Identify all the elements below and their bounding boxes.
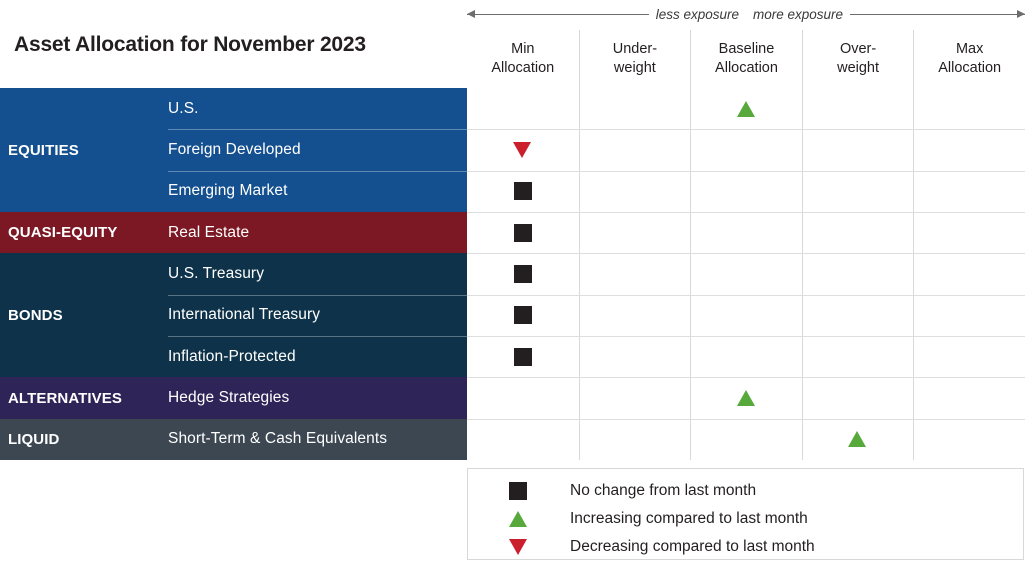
grid-rowline (467, 253, 1025, 254)
marker-no-change-icon (513, 223, 532, 242)
asset-group-quasi-equity: QUASI-EQUITY Real Estate (0, 212, 467, 254)
asset-row-label: U.S. (168, 99, 199, 117)
column-header-line2: weight (613, 60, 656, 76)
legend-item: No change from last month (468, 477, 1025, 505)
marker-no-change-icon (513, 265, 532, 284)
column-header-4: Max Allocation (913, 30, 1025, 88)
asset-group-bonds: BONDS U.S. Treasury International Treasury… (0, 253, 467, 378)
marker-no-change-icon (513, 182, 532, 201)
more-exposure-label: more exposure (753, 6, 844, 22)
column-header-2: Baseline Allocation (690, 30, 802, 88)
asset-row[interactable]: Foreign Developed (160, 129, 467, 170)
grid-rowline (467, 377, 1025, 378)
asset-allocation-chart: less exposure more exposure Asset Alloca… (0, 0, 1025, 565)
group-label: BONDS (8, 306, 63, 324)
grid-rowline (467, 336, 1025, 337)
marker-increasing-icon (848, 431, 867, 448)
column-header-1: Under-weight (578, 30, 691, 88)
marker-decreasing-icon (513, 142, 532, 159)
group-label: ALTERNATIVES (8, 389, 122, 407)
marker-decreasing-icon (509, 539, 527, 555)
grid-column-1 (578, 88, 691, 460)
legend: No change from last month Increasing comp… (467, 468, 1024, 560)
group-label: EQUITIES (8, 141, 79, 159)
asset-class-labels: EQUITIES U.S. Foreign Developed Emerging Ma… (0, 88, 467, 461)
grid-rowline (467, 295, 1025, 296)
column-header-line1: Over- (839, 41, 877, 58)
marker-increasing-icon (736, 390, 755, 407)
grid-column-3 (801, 88, 914, 460)
marker-no-change-icon (513, 347, 532, 366)
legend-label: No change from last month (570, 482, 757, 499)
asset-group-liquid: LIQUID Short-Term & Cash Equivalents (0, 418, 467, 461)
asset-row[interactable]: Emerging Market (160, 171, 467, 212)
asset-group-alternatives: ALTERNATIVES Hedge Strategies (0, 377, 467, 419)
legend-label: Increasing compared to last month (570, 510, 808, 527)
row-divider (168, 294, 467, 296)
grid-rowline (467, 129, 1025, 130)
asset-row-label: Inflation-Protected (168, 347, 296, 365)
asset-row[interactable]: U.S. Treasury (160, 253, 467, 294)
column-header-0: Min Allocation (467, 30, 579, 88)
less-exposure-indicator: less exposure (467, 0, 746, 28)
asset-row[interactable]: International Treasury (160, 295, 467, 336)
marker-no-change-icon (509, 482, 527, 500)
asset-row-label: Foreign Developed (168, 141, 301, 159)
marker-increasing-icon (509, 511, 527, 527)
asset-row-label: Real Estate (168, 223, 250, 241)
column-header-3: Over-weight (801, 30, 914, 88)
asset-row-label: Hedge Strategies (168, 389, 290, 407)
asset-row[interactable]: Real Estate (160, 212, 467, 253)
asset-row[interactable]: Inflation-Protected (160, 336, 467, 377)
marker-no-change-icon (513, 306, 532, 325)
column-header-line1: Min (511, 41, 535, 58)
grid-rowline (467, 212, 1025, 213)
asset-row[interactable]: U.S. (160, 88, 467, 129)
marker-increasing-icon (736, 100, 755, 117)
column-header-line2: Allocation (715, 60, 778, 76)
asset-row-label: Emerging Market (168, 182, 288, 200)
asset-row-label: International Treasury (168, 306, 321, 324)
exposure-scale-bar: less exposure more exposure (467, 0, 1025, 28)
group-label: QUASI-EQUITY (8, 224, 118, 242)
grid-rowline (467, 171, 1025, 172)
grid-column-4 (913, 88, 1025, 460)
arrow-right-icon (850, 9, 1025, 18)
row-divider (168, 170, 467, 172)
column-header-line2: Allocation (491, 60, 555, 76)
column-header-line2: weight (837, 60, 880, 76)
column-headers: Min Allocation Under-weight Baseline Allocat… (467, 30, 1025, 88)
legend-item: Increasing compared to last month (468, 505, 1025, 533)
arrow-left-icon (467, 9, 649, 18)
asset-row-label: Short-Term & Cash Equivalents (168, 430, 388, 448)
legend-item: Decreasing compared to last month (468, 533, 1025, 561)
page-title: Asset Allocation for November 2023 (14, 33, 366, 56)
row-divider (168, 129, 467, 131)
asset-row[interactable]: Short-Term & Cash Equivalents (160, 419, 467, 460)
column-header-line2: Allocation (938, 60, 1002, 76)
row-divider (168, 336, 467, 338)
more-exposure-indicator: more exposure (746, 0, 1025, 28)
column-header-line1: Max (955, 41, 984, 58)
grid-rowline (467, 419, 1025, 420)
group-label: LIQUID (8, 430, 60, 448)
column-header-line1: Under- (612, 41, 658, 58)
legend-label: Decreasing compared to last month (570, 538, 815, 555)
less-exposure-label: less exposure (655, 6, 739, 22)
asset-group-equities: EQUITIES U.S. Foreign Developed Emerging Ma… (0, 88, 467, 213)
allocation-grid (467, 88, 1025, 460)
column-header-line1: Baseline (718, 41, 775, 58)
asset-row[interactable]: Hedge Strategies (160, 377, 467, 418)
asset-row-label: U.S. Treasury (168, 265, 265, 283)
